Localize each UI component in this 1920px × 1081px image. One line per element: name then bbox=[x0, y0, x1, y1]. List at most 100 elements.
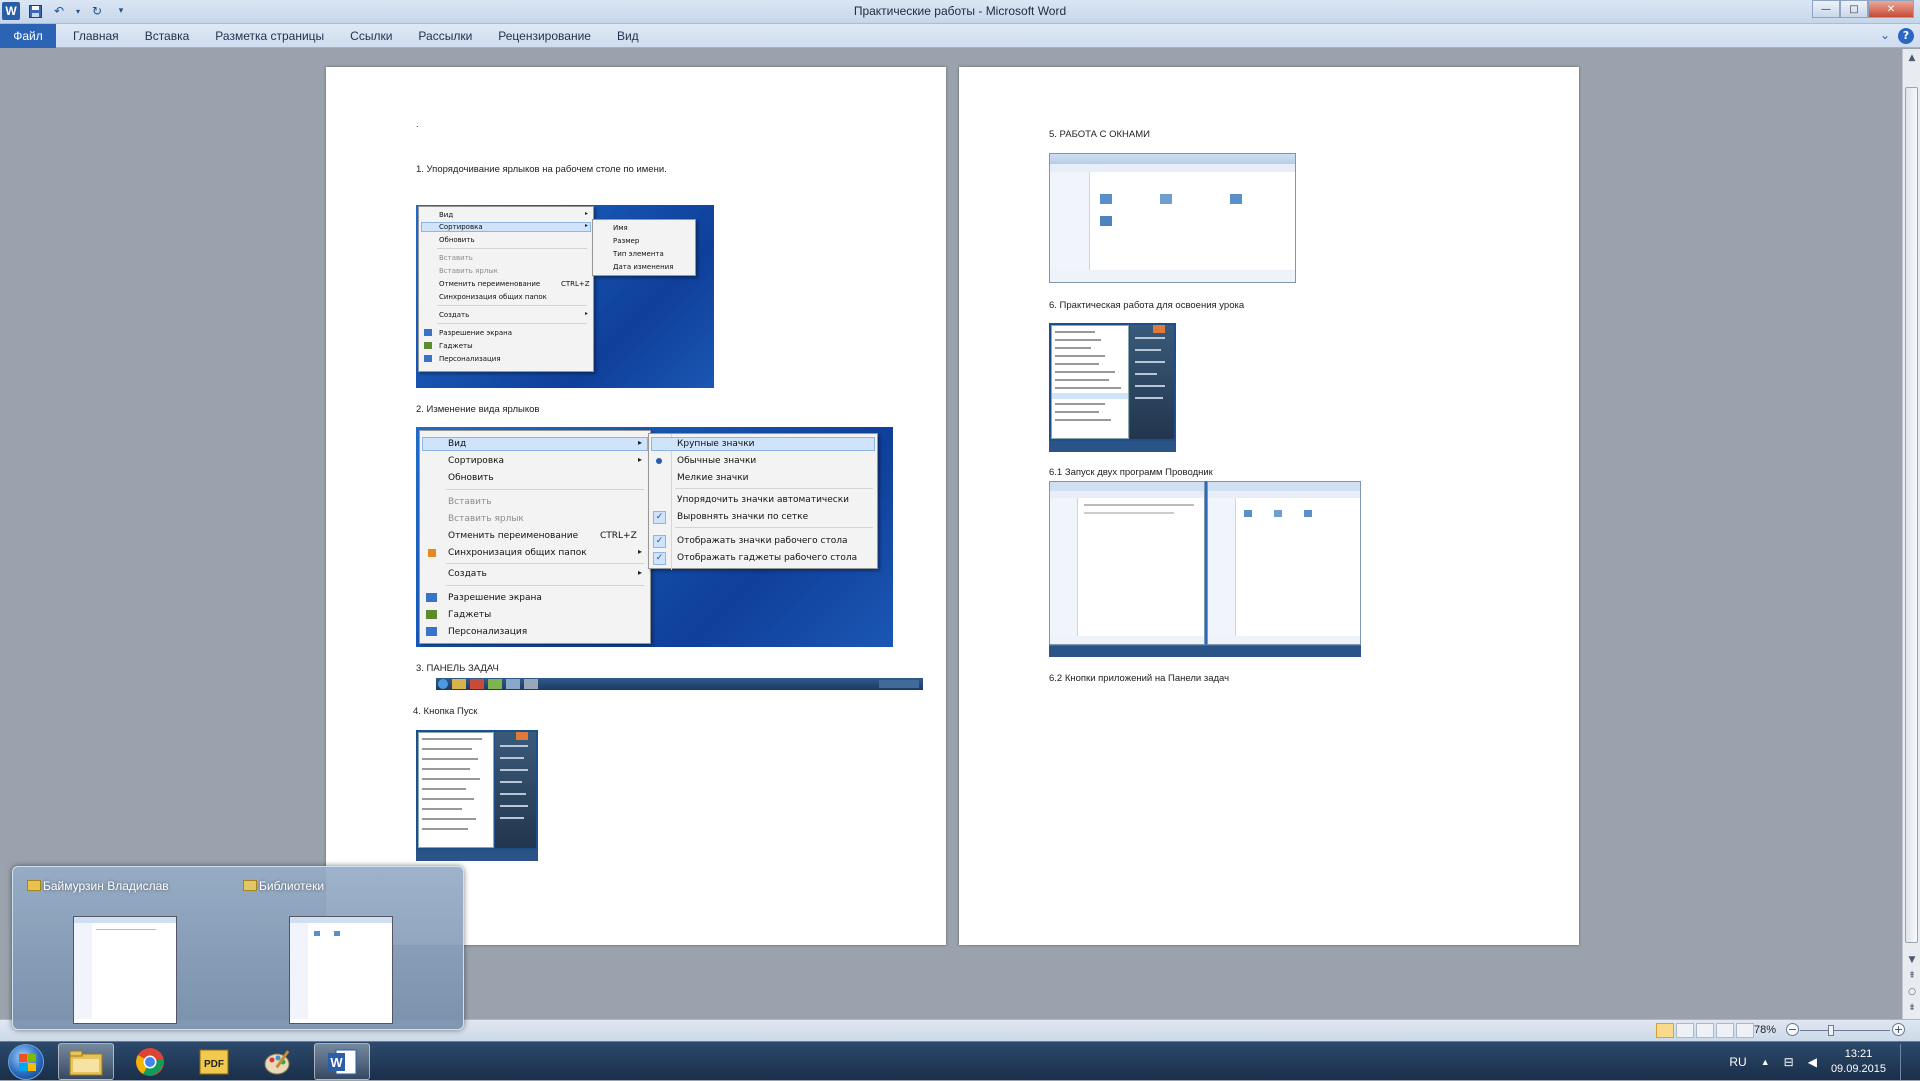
zoom-slider[interactable]: − + bbox=[1786, 1023, 1906, 1038]
menu-item-view: Вид bbox=[448, 439, 467, 449]
prev-page-icon[interactable]: ⇞ bbox=[1906, 971, 1918, 981]
menu-item-paste: Вставить bbox=[439, 254, 473, 262]
screenshot-libraries-window bbox=[1049, 153, 1296, 283]
svg-text:PDF: PDF bbox=[204, 1059, 224, 1070]
page-1[interactable]: . 1. Упорядочивание ярлыков на рабочем с… bbox=[326, 67, 946, 945]
network-icon[interactable]: ⊟ bbox=[1784, 1055, 1794, 1069]
web-layout-view-button[interactable] bbox=[1696, 1023, 1714, 1038]
tab-insert[interactable]: Вставка bbox=[132, 24, 203, 48]
list-item-4: 4. Кнопка Пуск bbox=[413, 706, 478, 717]
view-buttons bbox=[1656, 1023, 1754, 1038]
ribbon-help-controls: ⌄ ? bbox=[1880, 28, 1914, 44]
tab-home[interactable]: Главная bbox=[60, 24, 132, 48]
submenu-item-name: Имя bbox=[613, 224, 628, 232]
menu-item-sort: Сортировка bbox=[448, 456, 505, 466]
scroll-down-arrow-icon[interactable]: ▼ bbox=[1906, 955, 1918, 965]
taskbar-word-button[interactable]: W bbox=[314, 1043, 370, 1080]
submenu-item-type: Тип элемента bbox=[613, 250, 664, 258]
pdf-icon: PDF bbox=[199, 1049, 229, 1074]
taskbar-pdf-button[interactable]: PDF bbox=[186, 1043, 242, 1080]
taskbar-thumbnail-preview: Баймурзин Владислав Библиотеки bbox=[12, 866, 464, 1030]
list-item-6-2: 6.2 Кнопки приложений на Панели задач bbox=[1049, 673, 1230, 684]
vertical-scrollbar[interactable]: ▲ ▼ ⇞ ○ ⇟ bbox=[1902, 49, 1920, 1019]
help-icon[interactable]: ? bbox=[1898, 28, 1914, 44]
full-screen-reading-view-button[interactable] bbox=[1676, 1023, 1694, 1038]
clock[interactable]: 13:21 09.09.2015 bbox=[1831, 1047, 1886, 1077]
zoom-knob[interactable] bbox=[1828, 1025, 1834, 1036]
system-tray: RU ▲ ⊟ ◀ 13:21 09.09.2015 bbox=[1729, 1042, 1910, 1081]
submenu-item-size: Размер bbox=[613, 237, 640, 245]
screenshot-taskbar bbox=[436, 678, 923, 690]
menu-item-undo-rename: Отменить переименование bbox=[439, 280, 541, 288]
menu-item-undo-rename: Отменить переименование bbox=[448, 531, 579, 541]
zoom-level[interactable]: 78% bbox=[1754, 1024, 1776, 1036]
preview-title: Библиотеки bbox=[259, 879, 325, 893]
tab-references[interactable]: Ссылки bbox=[337, 24, 405, 48]
menu-shortcut: CTRL+Z bbox=[600, 531, 637, 541]
taskbar-paint-button[interactable] bbox=[250, 1043, 306, 1080]
taskbar-chrome-button[interactable] bbox=[122, 1043, 178, 1080]
tab-page-layout[interactable]: Разметка страницы bbox=[202, 24, 337, 48]
title-bar: W ↶ ▾ ↻ ▾ Практические работы - Microsof… bbox=[0, 0, 1920, 24]
minimize-button[interactable]: — bbox=[1812, 0, 1840, 18]
sort-submenu: Имя Размер Тип элемента Дата изменения bbox=[592, 219, 696, 276]
taskbar: PDF W RU ▲ ⊟ ◀ 13:21 09.09.2015 bbox=[0, 1041, 1920, 1080]
minimize-ribbon-icon[interactable]: ⌄ bbox=[1880, 28, 1890, 44]
menu-item-resolution: Разрешение экрана bbox=[448, 593, 542, 603]
preview-window-2[interactable]: Библиотеки bbox=[243, 879, 453, 1024]
list-item-6: 6. Практическая работа для освоения урок… bbox=[1049, 300, 1245, 311]
taskbar-explorer-button[interactable] bbox=[58, 1043, 114, 1080]
zoom-in-icon[interactable]: + bbox=[1892, 1023, 1905, 1036]
draft-view-button[interactable] bbox=[1736, 1023, 1754, 1038]
tab-review[interactable]: Рецензирование bbox=[485, 24, 604, 48]
close-button[interactable]: ✕ bbox=[1868, 0, 1914, 18]
check-icon: ✓ bbox=[653, 511, 666, 524]
browse-object-icon[interactable]: ○ bbox=[1906, 987, 1918, 997]
screenshot-change-view: Вид ▸ Сортировка ▸ Обновить Вставить Вст… bbox=[416, 427, 893, 647]
next-page-icon[interactable]: ⇟ bbox=[1906, 1003, 1918, 1013]
menu-shortcut: CTRL+Z bbox=[561, 280, 590, 288]
zoom-out-icon[interactable]: − bbox=[1786, 1023, 1799, 1036]
print-layout-view-button[interactable] bbox=[1656, 1023, 1674, 1038]
submenu-small-icons: Мелкие значки bbox=[677, 473, 749, 483]
check-icon: ✓ bbox=[653, 535, 666, 548]
preview-thumbnail[interactable] bbox=[289, 916, 393, 1024]
start-button[interactable] bbox=[8, 1044, 44, 1080]
menu-item-sort: Сортировка bbox=[439, 223, 483, 231]
clock-time: 13:21 bbox=[1844, 1047, 1873, 1060]
preview-window-1[interactable]: Баймурзин Владислав bbox=[27, 879, 237, 1024]
screenshot-start-menu bbox=[416, 730, 538, 861]
stray-dot: . bbox=[416, 119, 419, 130]
word-icon: W bbox=[328, 1049, 357, 1074]
tab-view[interactable]: Вид bbox=[604, 24, 652, 48]
maximize-button[interactable]: □ bbox=[1840, 0, 1868, 18]
scroll-thumb[interactable] bbox=[1905, 87, 1918, 943]
preview-thumbnail[interactable] bbox=[73, 916, 177, 1024]
radio-dot-icon bbox=[656, 458, 662, 464]
scroll-up-arrow-icon[interactable]: ▲ bbox=[1906, 53, 1918, 63]
libraries-icon bbox=[243, 880, 257, 891]
context-menu: Вид ▸ Сортировка ▸ Обновить Вставить Вст… bbox=[419, 430, 651, 644]
page-2[interactable]: 5. РАБОТА С ОКНАМИ 6. Практическая работ… bbox=[959, 67, 1579, 945]
folder-icon bbox=[27, 880, 41, 891]
outline-view-button[interactable] bbox=[1716, 1023, 1734, 1038]
explorer-folder-icon bbox=[69, 1050, 103, 1075]
menu-item-new: Создать bbox=[439, 311, 470, 319]
paint-icon bbox=[264, 1049, 290, 1074]
show-desktop-button[interactable] bbox=[1900, 1043, 1910, 1080]
list-item-2: 2. Изменение вида ярлыков bbox=[416, 404, 540, 415]
volume-icon[interactable]: ◀ bbox=[1808, 1055, 1817, 1069]
tab-mailings[interactable]: Рассылки bbox=[405, 24, 485, 48]
clock-date: 09.09.2015 bbox=[1830, 1062, 1886, 1075]
submenu-large-icons: Крупные значки bbox=[677, 439, 755, 449]
ribbon-tabs: Файл Главная Вставка Разметка страницы С… bbox=[0, 23, 1920, 48]
language-indicator[interactable]: RU bbox=[1729, 1055, 1746, 1069]
list-item-1: 1. Упорядочивание ярлыков на рабочем сто… bbox=[416, 164, 667, 175]
list-item-6-1: 6.1 Запуск двух программ Проводник bbox=[1049, 467, 1213, 478]
submenu-auto-arrange: Упорядочить значки автоматически bbox=[677, 495, 850, 505]
submenu-item-date: Дата изменения bbox=[613, 263, 674, 271]
tab-file[interactable]: Файл bbox=[0, 23, 56, 48]
menu-item-view: Вид bbox=[439, 211, 454, 219]
submenu-show-gadgets: Отображать гаджеты рабочего стола bbox=[677, 553, 858, 563]
show-hidden-icons-icon[interactable]: ▲ bbox=[1761, 1057, 1770, 1067]
